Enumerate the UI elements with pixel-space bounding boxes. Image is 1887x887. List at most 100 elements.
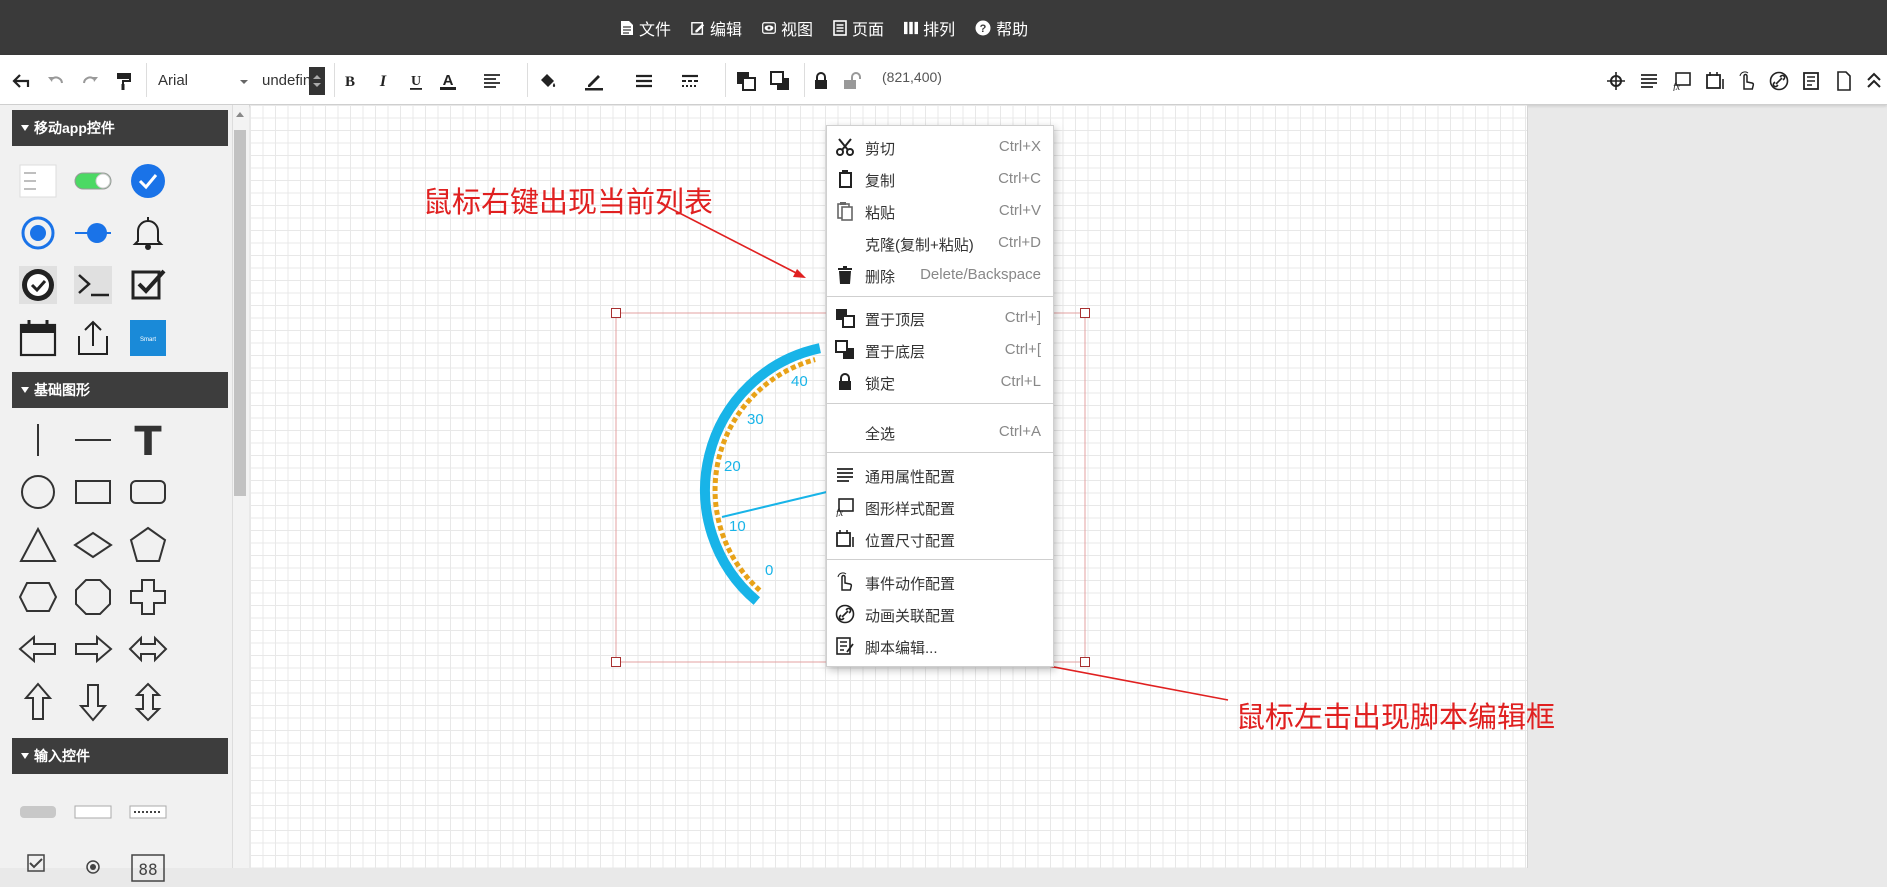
- arrow-up-down-icon[interactable]: [126, 680, 170, 724]
- menu-item-script-edit[interactable]: 脚本编辑...: [827, 630, 1053, 662]
- send-to-back-icon[interactable]: [768, 69, 792, 93]
- menu-file[interactable]: 文件: [620, 16, 671, 40]
- menu-edit[interactable]: 编辑: [691, 16, 742, 40]
- menu-item-position-size[interactable]: 位置尺寸配置: [827, 523, 1053, 555]
- menu-arrange[interactable]: 排列: [904, 16, 955, 40]
- menu-item-clone[interactable]: 克隆(复制+粘贴) Ctrl+D: [827, 227, 1053, 259]
- position-size-icon[interactable]: [1703, 69, 1727, 93]
- toggle-switch-icon[interactable]: [71, 159, 115, 203]
- menu-item-cut[interactable]: 剪切 Ctrl+X: [827, 131, 1053, 163]
- menu-item-copy[interactable]: 复制 Ctrl+C: [827, 163, 1053, 195]
- style-fx-icon[interactable]: fx: [1670, 69, 1694, 93]
- menu-item-send-to-back[interactable]: 置于底层 Ctrl+[: [827, 334, 1053, 366]
- cross-icon[interactable]: [126, 575, 170, 619]
- redo-icon[interactable]: [78, 69, 102, 93]
- pentagon-icon[interactable]: [126, 523, 170, 567]
- lock-icon[interactable]: [809, 69, 833, 93]
- menu-item-bring-to-front[interactable]: 置于顶层 Ctrl+]: [827, 302, 1053, 334]
- resize-handle-bottom-left[interactable]: [611, 657, 621, 667]
- collapse-up-icon[interactable]: [1862, 69, 1886, 93]
- menu-item-label: 锁定: [865, 376, 896, 393]
- checkbox-icon[interactable]: [126, 263, 170, 307]
- align-lines-icon[interactable]: [1637, 69, 1661, 93]
- terminal-icon[interactable]: [71, 263, 115, 307]
- font-family-select[interactable]: Arial: [152, 67, 252, 95]
- line-color-icon[interactable]: [582, 69, 606, 93]
- checked-circle-icon[interactable]: [126, 159, 170, 203]
- rounded-rectangle-icon[interactable]: [126, 470, 170, 514]
- menu-item-label: 位置尺寸配置: [865, 533, 956, 550]
- svg-text:I: I: [379, 73, 387, 90]
- unlock-icon[interactable]: [840, 69, 864, 93]
- menu-item-paste[interactable]: 粘贴 Ctrl+V: [827, 195, 1053, 227]
- hexagon-icon[interactable]: [16, 575, 60, 619]
- menu-item-shape-style[interactable]: fx 图形样式配置: [827, 491, 1053, 523]
- menu-item-delete[interactable]: 删除 Delete/Backspace: [827, 259, 1053, 291]
- sidebar-scrollbar-thumb[interactable]: [234, 130, 246, 496]
- font-color-icon[interactable]: A: [437, 69, 461, 93]
- scroll-up-icon[interactable]: [236, 112, 244, 117]
- text-input-icon[interactable]: [71, 790, 115, 834]
- gray-button-icon[interactable]: [16, 790, 60, 834]
- text-align-icon[interactable]: [480, 69, 504, 93]
- line-style-icon[interactable]: [678, 69, 702, 93]
- arrow-down-icon[interactable]: [71, 680, 115, 724]
- vertical-line-icon[interactable]: [16, 418, 60, 462]
- font-size-spinner[interactable]: [309, 67, 325, 95]
- underline-icon[interactable]: U: [404, 69, 428, 93]
- menu-item-event-actions[interactable]: 事件动作配置: [827, 566, 1053, 598]
- bold-icon[interactable]: B: [338, 69, 362, 93]
- section-mobile-app-controls[interactable]: 移动app控件: [12, 110, 228, 146]
- menu-item-select-all[interactable]: 全选 Ctrl+A: [827, 416, 1053, 448]
- menu-help[interactable]: ? 帮助: [975, 16, 1028, 40]
- check-circle-dark-icon[interactable]: [16, 263, 60, 307]
- undo-icon[interactable]: [44, 69, 68, 93]
- format-painter-icon[interactable]: [112, 69, 136, 93]
- resize-handle-bottom-right[interactable]: [1080, 657, 1090, 667]
- smart-button-icon[interactable]: Smart: [126, 316, 170, 360]
- menu-page[interactable]: 页面: [833, 16, 884, 40]
- calendar-icon[interactable]: [16, 316, 60, 360]
- blank-page-icon[interactable]: [1832, 69, 1856, 93]
- resize-handle-top-right[interactable]: [1080, 308, 1090, 318]
- small-radio-icon[interactable]: [71, 843, 115, 887]
- menu-item-general-properties[interactable]: 通用属性配置: [827, 459, 1053, 491]
- menu-item-animation-link[interactable]: 动画关联配置: [827, 598, 1053, 630]
- list-widget-icon[interactable]: [16, 159, 60, 203]
- diamond-icon[interactable]: [71, 523, 115, 567]
- octagon-icon[interactable]: [71, 575, 115, 619]
- link-icon[interactable]: [1767, 69, 1791, 93]
- circle-icon[interactable]: [16, 470, 60, 514]
- menu-view[interactable]: 视图: [762, 16, 813, 40]
- triangle-icon[interactable]: [16, 523, 60, 567]
- small-checkbox-icon[interactable]: [16, 843, 60, 887]
- digital-display-icon[interactable]: 88: [126, 843, 170, 887]
- svg-text:B: B: [345, 74, 355, 90]
- line-weight-icon[interactable]: [632, 69, 656, 93]
- menu-item-label: 脚本编辑...: [865, 640, 938, 657]
- upload-icon[interactable]: [71, 316, 115, 360]
- arrow-left-icon[interactable]: [16, 627, 60, 671]
- hand-pointer-icon[interactable]: [1735, 69, 1759, 93]
- section-basic-shapes[interactable]: 基础图形: [12, 372, 228, 408]
- slider-icon[interactable]: [71, 211, 115, 255]
- bring-to-front-icon[interactable]: [734, 69, 758, 93]
- back-arrow-icon[interactable]: [9, 69, 33, 93]
- resize-handle-top-left[interactable]: [611, 308, 621, 318]
- password-input-icon[interactable]: [126, 790, 170, 834]
- horizontal-line-icon[interactable]: [71, 418, 115, 462]
- arrow-up-icon[interactable]: [16, 680, 60, 724]
- script-edit-icon[interactable]: [1800, 69, 1824, 93]
- radio-button-icon[interactable]: [16, 211, 60, 255]
- arrow-left-right-icon[interactable]: [126, 627, 170, 671]
- text-tool-icon[interactable]: T: [126, 418, 170, 462]
- crosshair-icon[interactable]: [1604, 69, 1628, 93]
- rectangle-icon[interactable]: [71, 470, 115, 514]
- menu-item-lock[interactable]: 锁定 Ctrl+L: [827, 366, 1053, 398]
- arrow-right-icon[interactable]: [71, 627, 115, 671]
- section-input-controls[interactable]: 输入控件: [12, 738, 228, 774]
- svg-text:T: T: [134, 420, 162, 460]
- fill-color-icon[interactable]: [536, 69, 560, 93]
- italic-icon[interactable]: I: [371, 69, 395, 93]
- bell-icon[interactable]: [126, 211, 170, 255]
